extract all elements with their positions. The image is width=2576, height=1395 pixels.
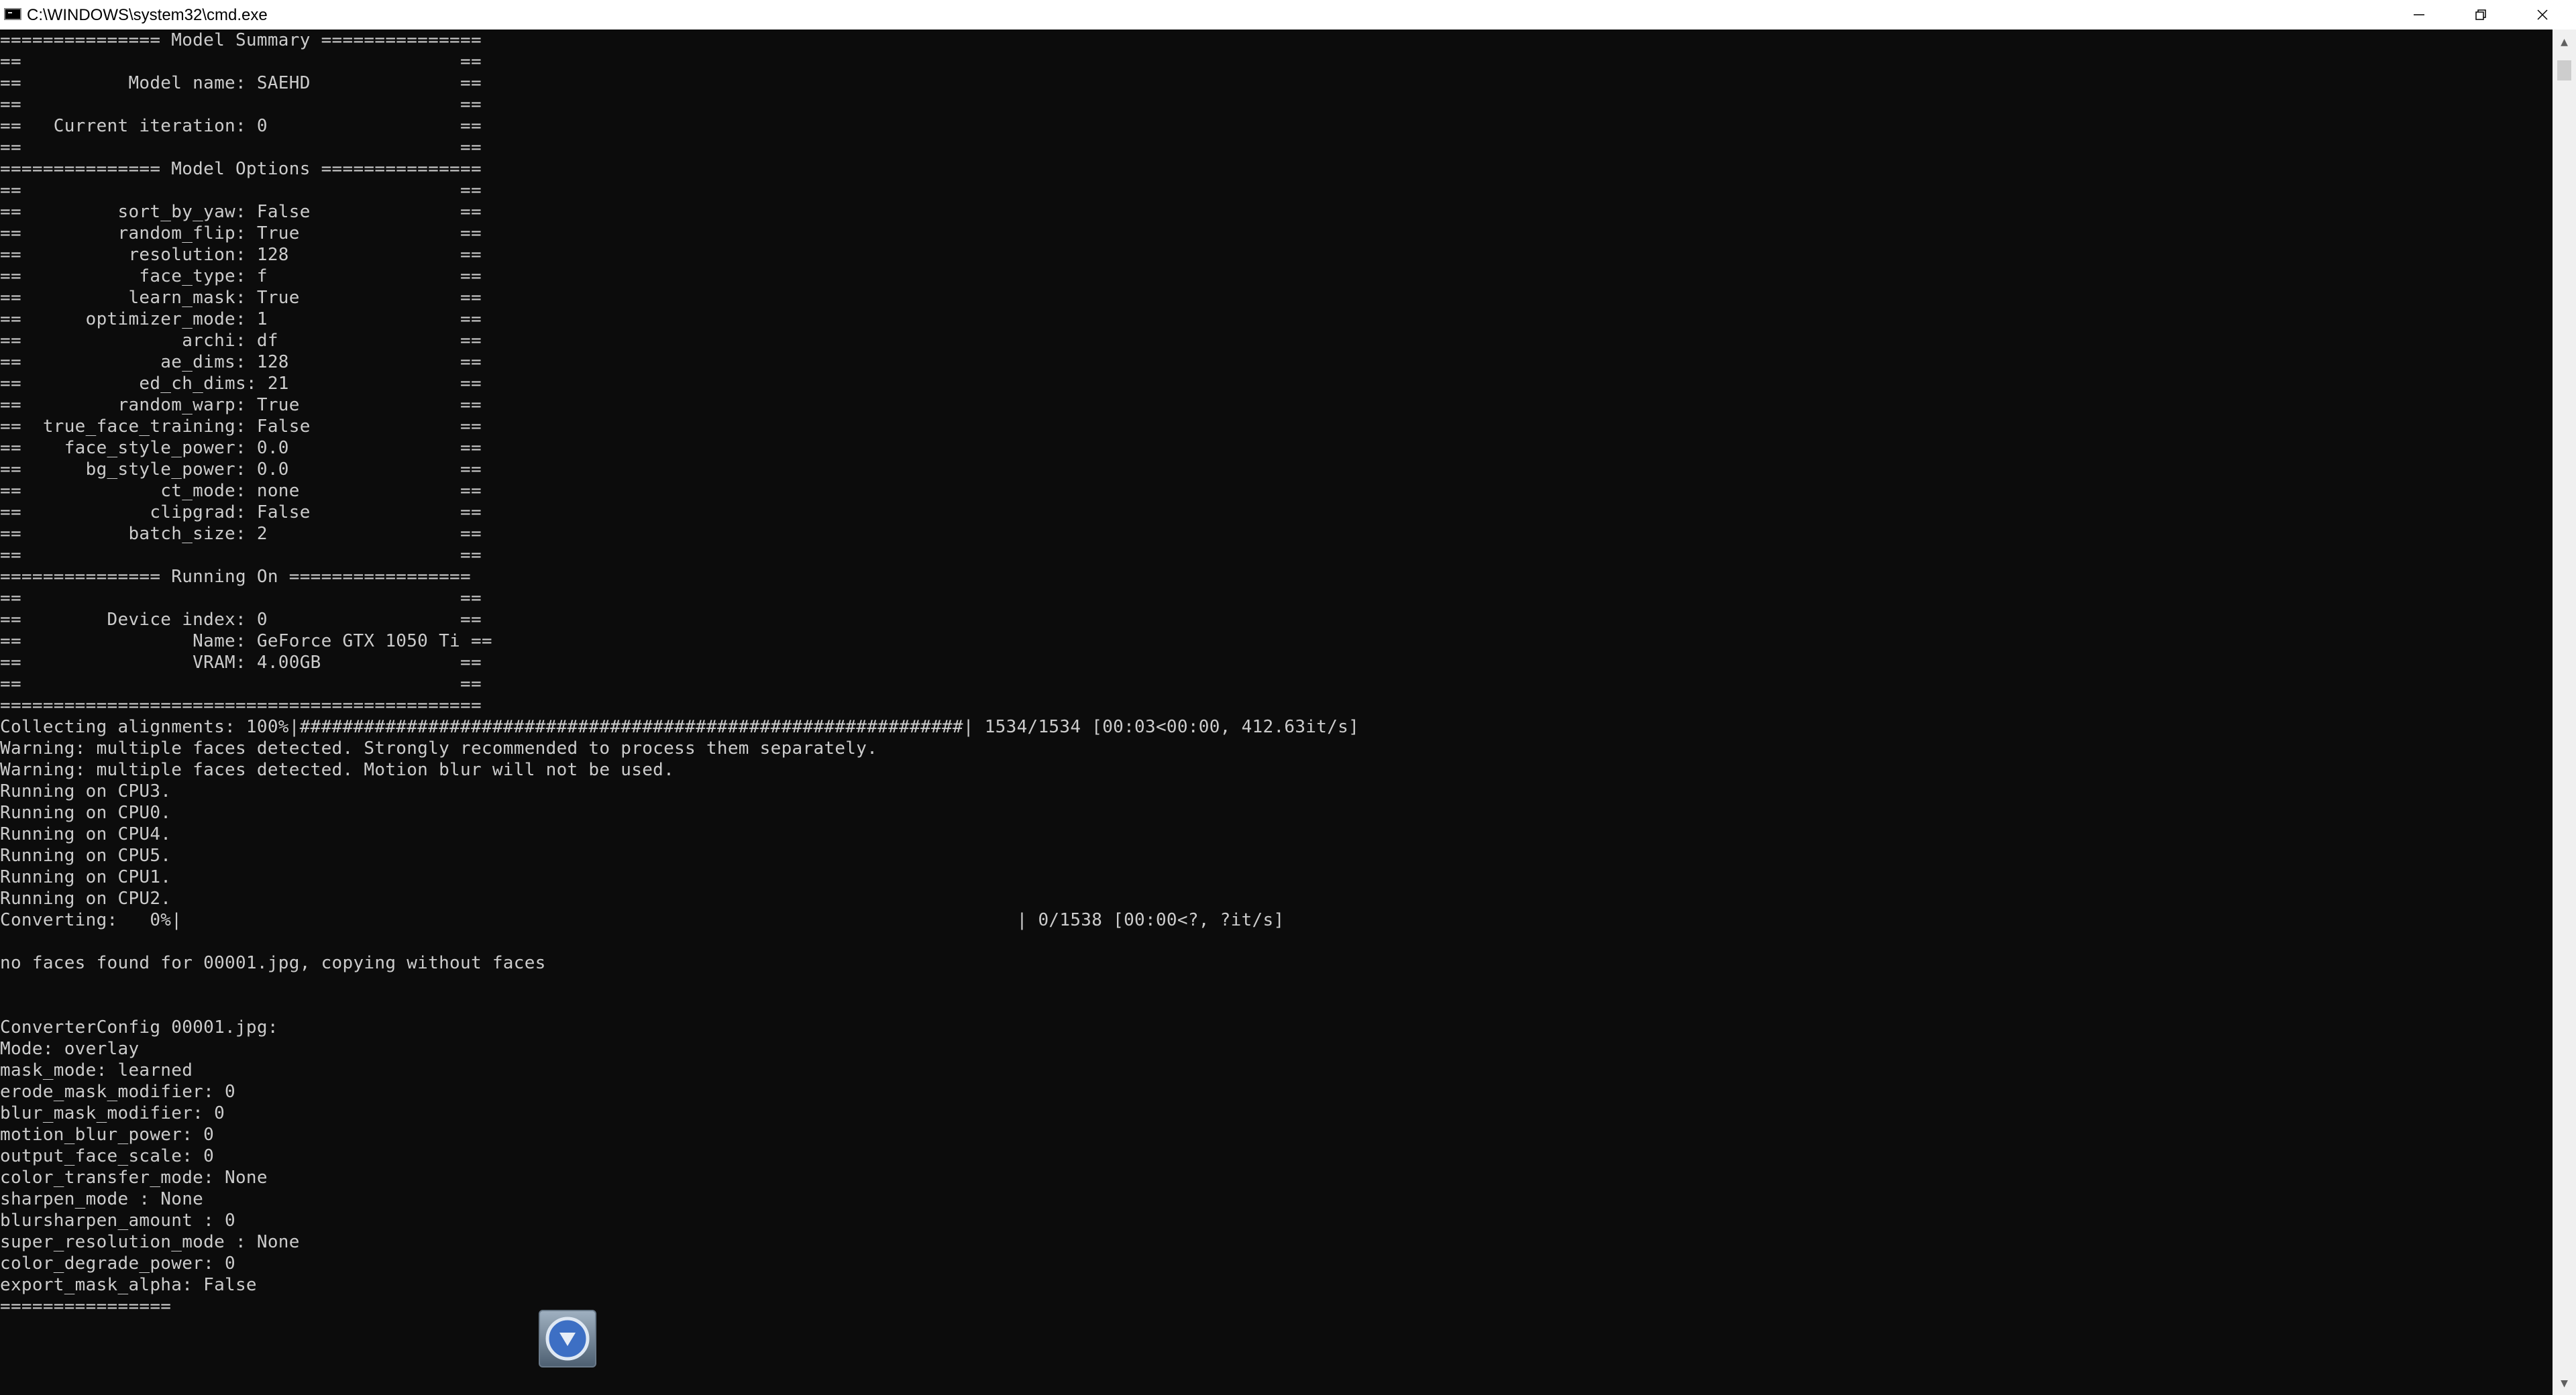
- console-line: == Device index: 0 ==: [0, 610, 482, 630]
- vertical-scrollbar[interactable]: ▲ ▼: [2553, 30, 2576, 1395]
- console-line: blur_mask_modifier: 0: [0, 1103, 225, 1123]
- console-line: == ==: [0, 674, 482, 694]
- download-overlay-button[interactable]: [539, 1310, 596, 1368]
- console-line: =============== Running On =============…: [0, 567, 471, 587]
- console-line: == ae_dims: 128 ==: [0, 352, 482, 372]
- scroll-down-arrow-icon[interactable]: ▼: [2553, 1371, 2576, 1395]
- close-icon: [2537, 9, 2548, 20]
- console-line: sharpen_mode : None: [0, 1189, 204, 1209]
- console-line: Running on CPU0.: [0, 803, 172, 823]
- console-line: == sort_by_yaw: False ==: [0, 202, 482, 222]
- scroll-thumb[interactable]: [2557, 60, 2571, 80]
- console-line: Running on CPU1.: [0, 867, 172, 887]
- console-line: == optimizer_mode: 1 ==: [0, 309, 482, 329]
- console-line: == face_style_power: 0.0 ==: [0, 438, 482, 458]
- minimize-icon: [2414, 14, 2424, 15]
- window-title: C:\WINDOWS\system32\cmd.exe: [27, 6, 268, 24]
- console-line: == clipgrad: False ==: [0, 502, 482, 522]
- console-line: == ==: [0, 180, 482, 201]
- console-line: blursharpen_amount : 0: [0, 1211, 235, 1231]
- console-line: Running on CPU2.: [0, 889, 172, 909]
- minimize-button[interactable]: [2391, 0, 2447, 30]
- console-line: Converting: 0%| | 0/1538 [00:00<?, ?it/s…: [0, 910, 1285, 930]
- console-line: no faces found for 00001.jpg, copying wi…: [0, 953, 546, 973]
- console-line: export_mask_alpha: False: [0, 1275, 257, 1295]
- console-line: == ==: [0, 137, 482, 158]
- console-line: super_resolution_mode : None: [0, 1232, 300, 1252]
- console-line: Warning: multiple faces detected. Motion…: [0, 760, 675, 780]
- console-line: Collecting alignments: 100%|############…: [0, 717, 1360, 737]
- console-line: erode_mask_modifier: 0: [0, 1082, 235, 1102]
- console-line: == Current iteration: 0 ==: [0, 116, 482, 136]
- console-line: ConverterConfig 00001.jpg:: [0, 1017, 278, 1038]
- cmd-icon[interactable]: [4, 8, 21, 20]
- console-line: == face_type: f ==: [0, 266, 482, 286]
- download-arrow-icon: [545, 1317, 590, 1361]
- console-line: == learn_mask: True ==: [0, 288, 482, 308]
- console-line: =============== Model Summary ==========…: [0, 30, 482, 50]
- console-output[interactable]: =============== Model Summary ==========…: [0, 30, 2553, 1395]
- console-line: color_transfer_mode: None: [0, 1168, 268, 1188]
- console-line: == ==: [0, 588, 482, 608]
- console-line: == VRAM: 4.00GB ==: [0, 653, 482, 673]
- console-line: == ==: [0, 52, 482, 72]
- console-line: Mode: overlay: [0, 1039, 140, 1059]
- console-line: == ct_mode: none ==: [0, 481, 482, 501]
- console-line: color_degrade_power: 0: [0, 1253, 235, 1274]
- console-line: ================: [0, 1296, 172, 1317]
- console-line: Running on CPU3.: [0, 781, 172, 801]
- title-bar[interactable]: C:\WINDOWS\system32\cmd.exe: [0, 0, 2576, 30]
- console-line: == true_face_training: False ==: [0, 416, 482, 437]
- console-line: Running on CPU5.: [0, 846, 172, 866]
- console-line: Warning: multiple faces detected. Strong…: [0, 738, 878, 759]
- console-line: == Name: GeForce GTX 1050 Ti ==: [0, 631, 492, 651]
- console-line: == random_warp: True ==: [0, 395, 482, 415]
- console-line: =============== Model Options ==========…: [0, 159, 482, 179]
- scroll-up-arrow-icon[interactable]: ▲: [2553, 30, 2576, 54]
- console-line: Running on CPU4.: [0, 824, 172, 844]
- console-line: == ed_ch_dims: 21 ==: [0, 374, 482, 394]
- console-line: == Model name: SAEHD ==: [0, 73, 482, 93]
- console-line: == random_flip: True ==: [0, 223, 482, 243]
- console-line: mask_mode: learned: [0, 1060, 193, 1080]
- console-line: == bg_style_power: 0.0 ==: [0, 459, 482, 480]
- console-line: == ==: [0, 95, 482, 115]
- console-line: motion_blur_power: 0: [0, 1125, 215, 1145]
- console-line: == ==: [0, 545, 482, 565]
- maximize-icon: [2475, 9, 2486, 20]
- console-line: == archi: df ==: [0, 331, 482, 351]
- maximize-button[interactable]: [2453, 0, 2509, 30]
- console-line: ========================================…: [0, 695, 482, 716]
- close-button[interactable]: [2514, 0, 2571, 30]
- console-line: == batch_size: 2 ==: [0, 524, 482, 544]
- console-line: == resolution: 128 ==: [0, 245, 482, 265]
- console-line: output_face_scale: 0: [0, 1146, 215, 1166]
